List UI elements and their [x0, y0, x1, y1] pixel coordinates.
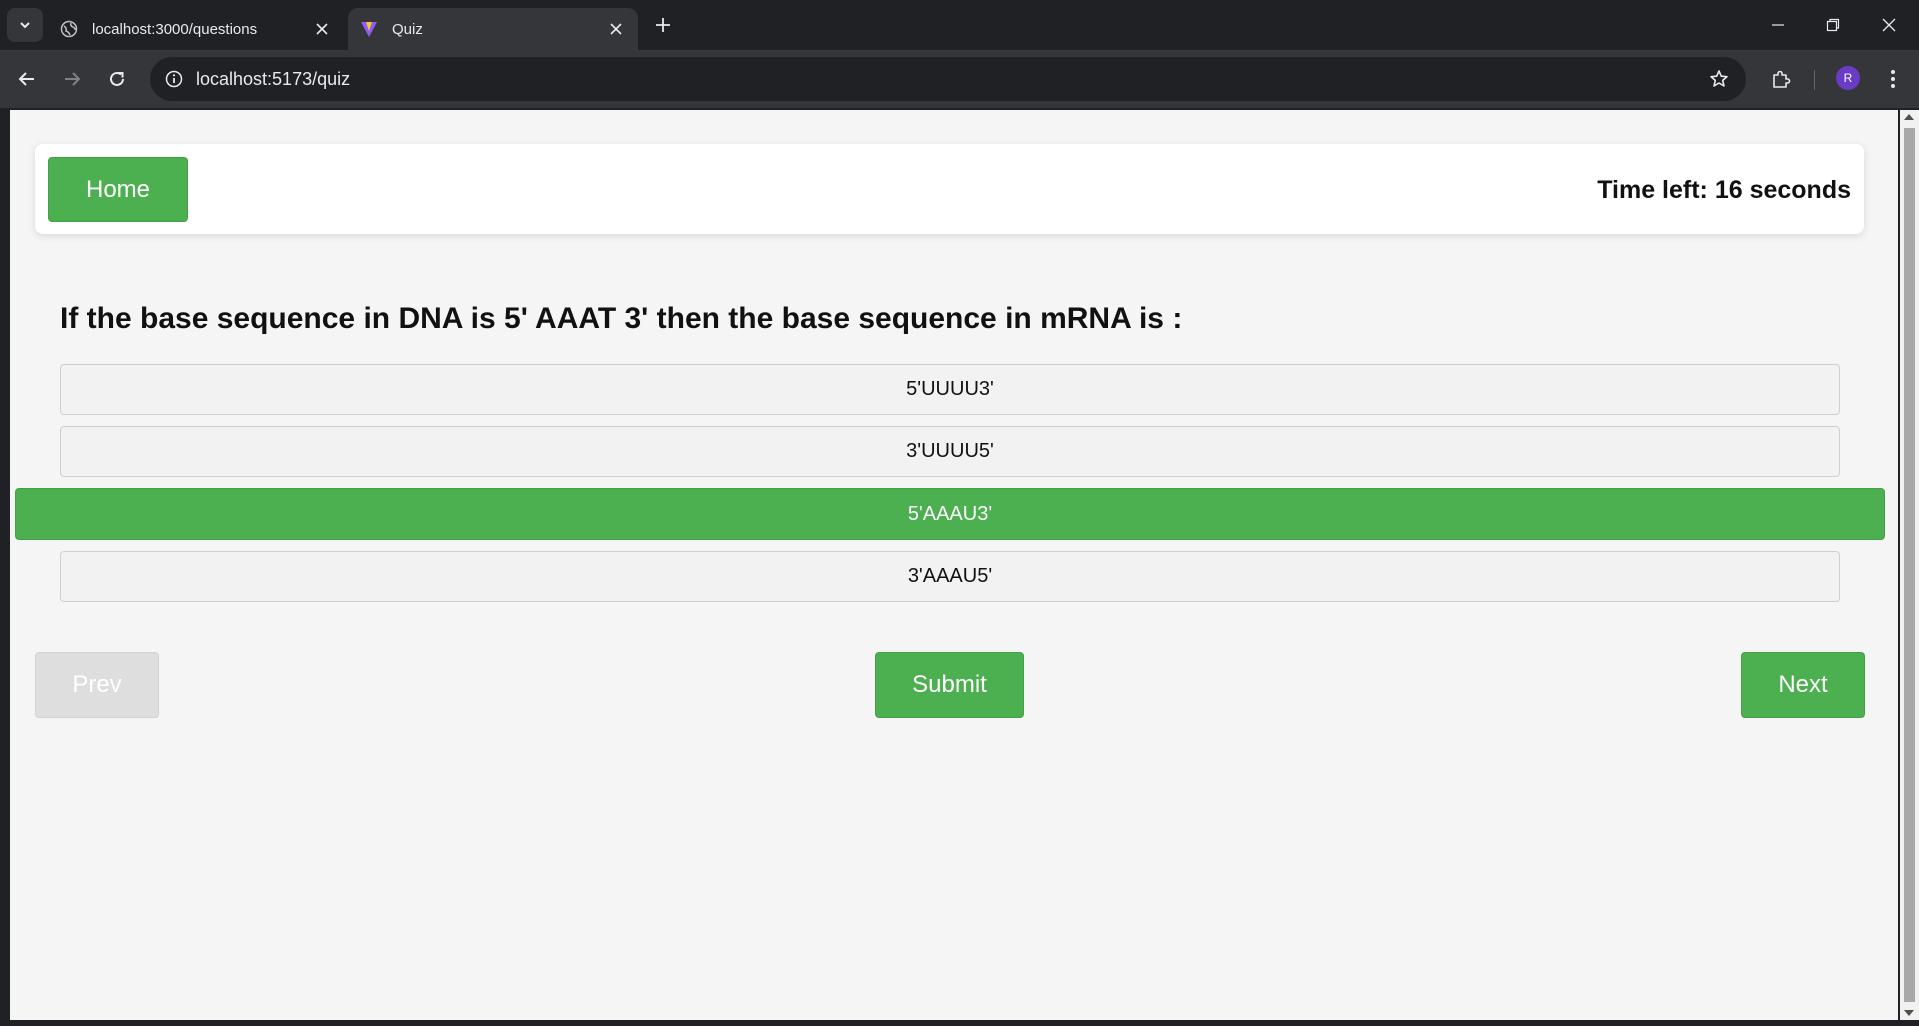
reload-icon [110, 71, 124, 86]
puzzle-icon [1773, 70, 1791, 88]
tab-search-button[interactable] [7, 8, 43, 42]
more-vert-icon [1891, 70, 1895, 88]
new-tab-button[interactable] [652, 14, 674, 36]
quiz-header: Home Time left: 16 seconds [35, 144, 1864, 234]
toolbar-separator [1814, 70, 1815, 90]
timer-text: Time left: 16 seconds [1597, 176, 1851, 204]
window-bottom-edge [0, 1020, 1919, 1026]
prev-button[interactable]: Prev [35, 652, 159, 718]
chevron-down-icon [20, 22, 30, 29]
question-text: If the base sequence in DNA is 5' AAAT 3… [60, 302, 1183, 335]
plus-icon [656, 18, 670, 32]
page-scrollbar[interactable] [1900, 110, 1919, 1020]
close-icon[interactable] [606, 19, 626, 39]
extensions-button[interactable] [1768, 66, 1794, 92]
forward-button[interactable] [59, 66, 85, 92]
restore-button[interactable] [1820, 12, 1846, 38]
option-d[interactable]: 3'AAAU5' [60, 551, 1840, 602]
tab-title: Quiz [392, 20, 423, 38]
minimize-button[interactable] [1765, 12, 1791, 38]
arrow-right-icon [65, 72, 81, 86]
option-a[interactable]: 5'UUUU3' [60, 364, 1840, 415]
tab-quiz[interactable]: Quiz [348, 8, 638, 50]
minimize-icon [1772, 24, 1784, 26]
globe-icon [60, 20, 78, 38]
browser-toolbar: localhost:5173/quiz [0, 50, 1919, 108]
reload-button[interactable] [104, 66, 130, 92]
browser-menu-button[interactable] [1880, 66, 1906, 92]
submit-button[interactable]: Submit [875, 652, 1024, 718]
url-text[interactable]: localhost:5173/quiz [196, 69, 350, 90]
browser-tab-bar: localhost:3000/questions Quiz [0, 0, 1919, 50]
close-icon[interactable] [312, 19, 332, 39]
info-icon[interactable] [164, 69, 184, 89]
scrollbar-thumb[interactable] [1904, 128, 1915, 1002]
home-button[interactable]: Home [48, 157, 188, 222]
bookmark-star-icon[interactable] [1708, 68, 1730, 90]
arrow-left-icon [18, 72, 34, 86]
vite-logo-icon [360, 20, 378, 38]
tab-title: localhost:3000/questions [92, 20, 258, 38]
option-b[interactable]: 3'UUUU5' [60, 426, 1840, 477]
option-c-selected[interactable]: 5'AAAU3' [15, 488, 1885, 540]
next-button[interactable]: Next [1741, 652, 1865, 718]
restore-icon [1826, 18, 1840, 32]
page-viewport: Home Time left: 16 seconds If the base s… [10, 110, 1898, 1020]
profile-avatar[interactable]: R [1836, 66, 1860, 90]
close-icon [1882, 18, 1896, 32]
close-window-button[interactable] [1876, 12, 1902, 38]
scroll-down-arrow-icon[interactable] [1904, 1010, 1914, 1016]
tab-localhost-questions[interactable]: localhost:3000/questions [48, 8, 344, 50]
back-button[interactable] [14, 66, 40, 92]
address-bar[interactable]: localhost:5173/quiz [150, 57, 1746, 101]
scroll-up-arrow-icon[interactable] [1904, 114, 1914, 120]
